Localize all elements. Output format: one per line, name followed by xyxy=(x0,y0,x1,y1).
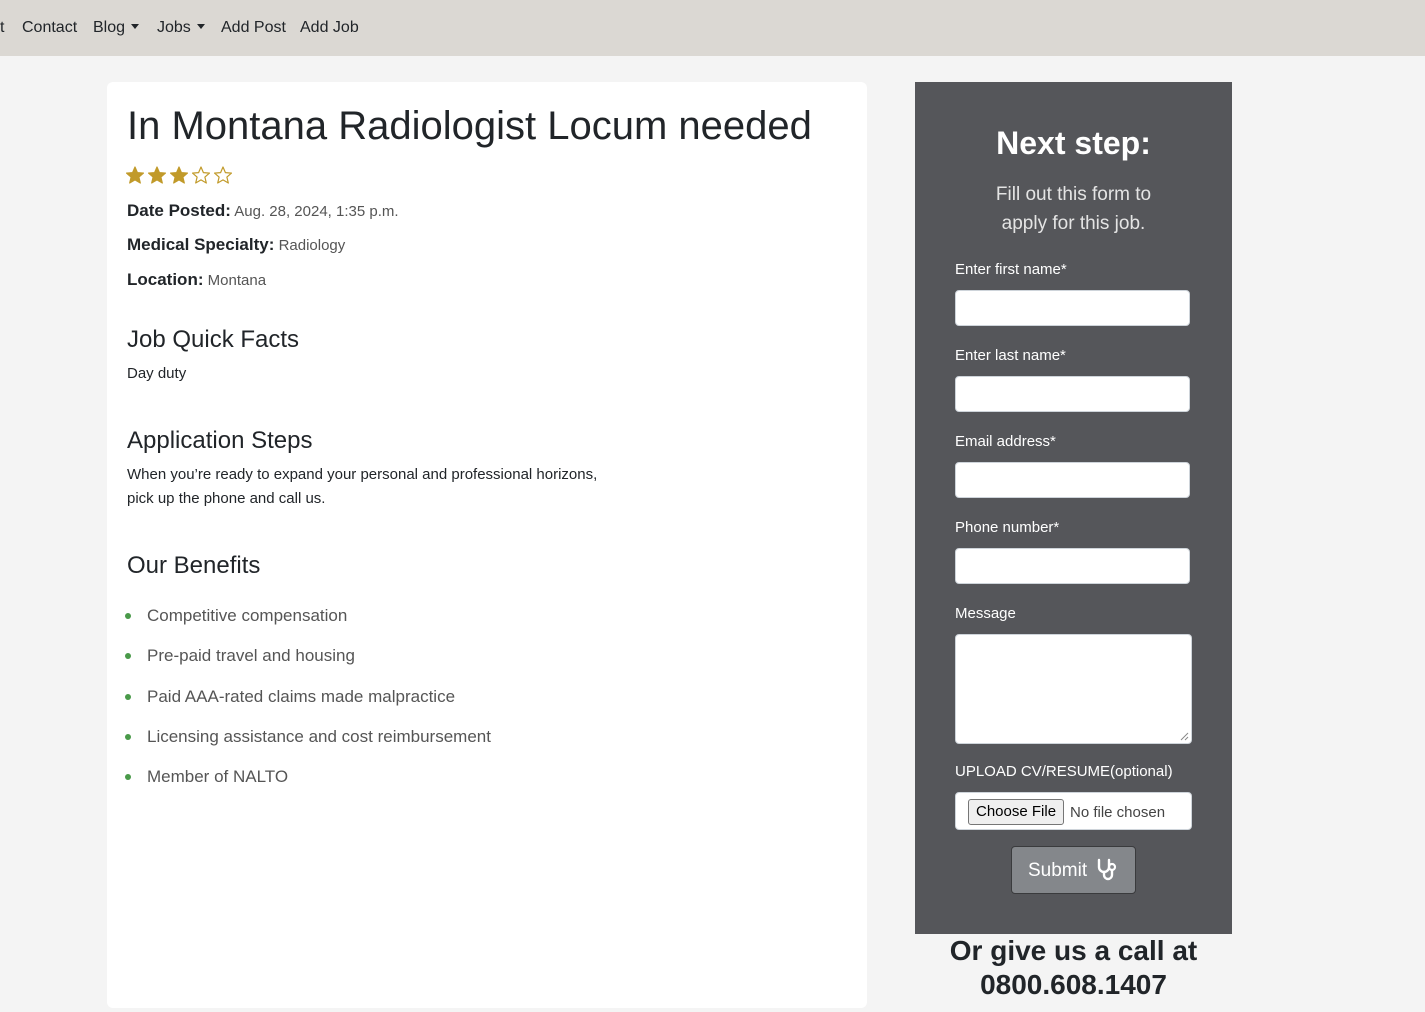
email-label: Email address* xyxy=(955,433,1056,450)
benefit-text: Member of NALTO xyxy=(147,767,289,787)
application-steps-heading: Application Steps xyxy=(127,427,313,454)
nav-item-about[interactable]: t xyxy=(0,0,4,56)
no-file-text: No file chosen xyxy=(1070,804,1166,821)
benefit-text: Pre-paid travel and housing xyxy=(147,646,355,666)
nav-item-blog[interactable]: Blog xyxy=(93,0,140,56)
nav-item-add-post[interactable]: Add Post xyxy=(221,0,286,56)
form-title: Next step: xyxy=(996,125,1151,161)
bullet-icon xyxy=(125,693,131,700)
nav-item-jobs[interactable]: Jobs xyxy=(157,0,205,56)
chevron-down-icon xyxy=(131,24,140,29)
bullet-icon xyxy=(125,653,131,660)
submit-button[interactable]: Submit xyxy=(1011,846,1136,894)
last-name-field[interactable] xyxy=(955,376,1190,412)
nav-item-contact[interactable]: Contact xyxy=(22,0,77,56)
bullet-icon xyxy=(125,733,131,740)
phone-field[interactable] xyxy=(955,548,1190,584)
benefit-text: Paid AAA-rated claims made malpractice xyxy=(147,686,456,706)
location-value: Montana xyxy=(207,272,267,289)
date-posted-value: Aug. 28, 2024, 1:35 p.m. xyxy=(234,203,399,220)
job-title: In Montana Radiologist Locum needed xyxy=(127,104,812,148)
list-item: Pre-paid travel and housing xyxy=(125,644,491,684)
medical-specialty-value: Radiology xyxy=(278,237,346,254)
nav-item-blog-label: Blog xyxy=(93,19,126,36)
benefit-text: Licensing assistance and cost reimbursem… xyxy=(147,726,491,746)
stethoscope-icon xyxy=(1097,858,1117,881)
quick-facts-heading: Job Quick Facts xyxy=(127,326,300,353)
location-label: Location: xyxy=(127,270,204,289)
call-phone-number[interactable]: 0800.608.1407 xyxy=(915,968,1232,1002)
bullet-icon xyxy=(125,613,131,619)
form-subtitle: Fill out this form to apply for this job… xyxy=(995,184,1152,234)
file-upload-input[interactable]: Choose File No file chosen xyxy=(955,792,1192,830)
application-form-panel: Next step: Fill out this form to apply f… xyxy=(915,82,1232,934)
star-filled-icon xyxy=(170,166,188,184)
benefits-heading: Our Benefits xyxy=(127,552,261,579)
first-name-field[interactable] xyxy=(955,290,1190,326)
first-name-label: Enter first name* xyxy=(955,261,1067,278)
bullet-icon xyxy=(125,774,131,781)
list-item: Member of NALTO xyxy=(125,765,491,805)
list-item: Paid AAA-rated claims made malpractice xyxy=(125,685,491,725)
last-name-label: Enter last name* xyxy=(955,347,1066,364)
message-label: Message xyxy=(955,605,1016,622)
star-empty-icon xyxy=(214,166,232,184)
application-steps-line-2: pick up the phone and call us. xyxy=(127,490,326,507)
list-item: Competitive compensation xyxy=(125,604,491,644)
call-us-text: Or give us a call at 0800.608.1407 xyxy=(915,934,1232,1002)
resize-handle-icon[interactable] xyxy=(1179,731,1189,741)
application-steps-line-1: When you’re ready to expand your persona… xyxy=(127,466,598,483)
job-detail-card: In Montana Radiologist Locum needed Date… xyxy=(107,82,867,1008)
message-field[interactable] xyxy=(955,634,1192,744)
star-filled-icon xyxy=(126,166,144,184)
rating-stars xyxy=(126,166,236,190)
upload-label: UPLOAD CV/RESUME(optional) xyxy=(955,763,1173,780)
nav-item-add-job[interactable]: Add Job xyxy=(300,0,359,56)
location: Location: Montana xyxy=(127,269,266,292)
chevron-down-icon xyxy=(196,24,205,29)
choose-file-button[interactable]: Choose File xyxy=(968,799,1065,825)
medical-specialty: Medical Specialty: Radiology xyxy=(127,234,345,257)
date-posted: Date Posted: Aug. 28, 2024, 1:35 p.m. xyxy=(127,200,399,223)
quick-facts-text: Day duty xyxy=(127,365,187,382)
application-steps-text: When you’re ready to expand your persona… xyxy=(127,463,597,511)
star-empty-icon xyxy=(192,166,210,184)
email-field[interactable] xyxy=(955,462,1190,498)
medical-specialty-label: Medical Specialty: xyxy=(127,235,275,254)
top-navbar: t Contact Blog Jobs Add Post Add Job xyxy=(0,0,1425,56)
call-us-line: Or give us a call at xyxy=(949,935,1198,966)
benefits-list: Competitive compensation Pre-paid travel… xyxy=(125,604,491,805)
star-filled-icon xyxy=(148,166,166,184)
date-posted-label: Date Posted: xyxy=(127,201,231,220)
nav-item-jobs-label: Jobs xyxy=(157,19,191,36)
list-item: Licensing assistance and cost reimbursem… xyxy=(125,725,491,765)
submit-label: Submit xyxy=(1028,860,1088,881)
benefit-text: Competitive compensation xyxy=(147,606,348,625)
phone-label: Phone number* xyxy=(955,519,1060,536)
